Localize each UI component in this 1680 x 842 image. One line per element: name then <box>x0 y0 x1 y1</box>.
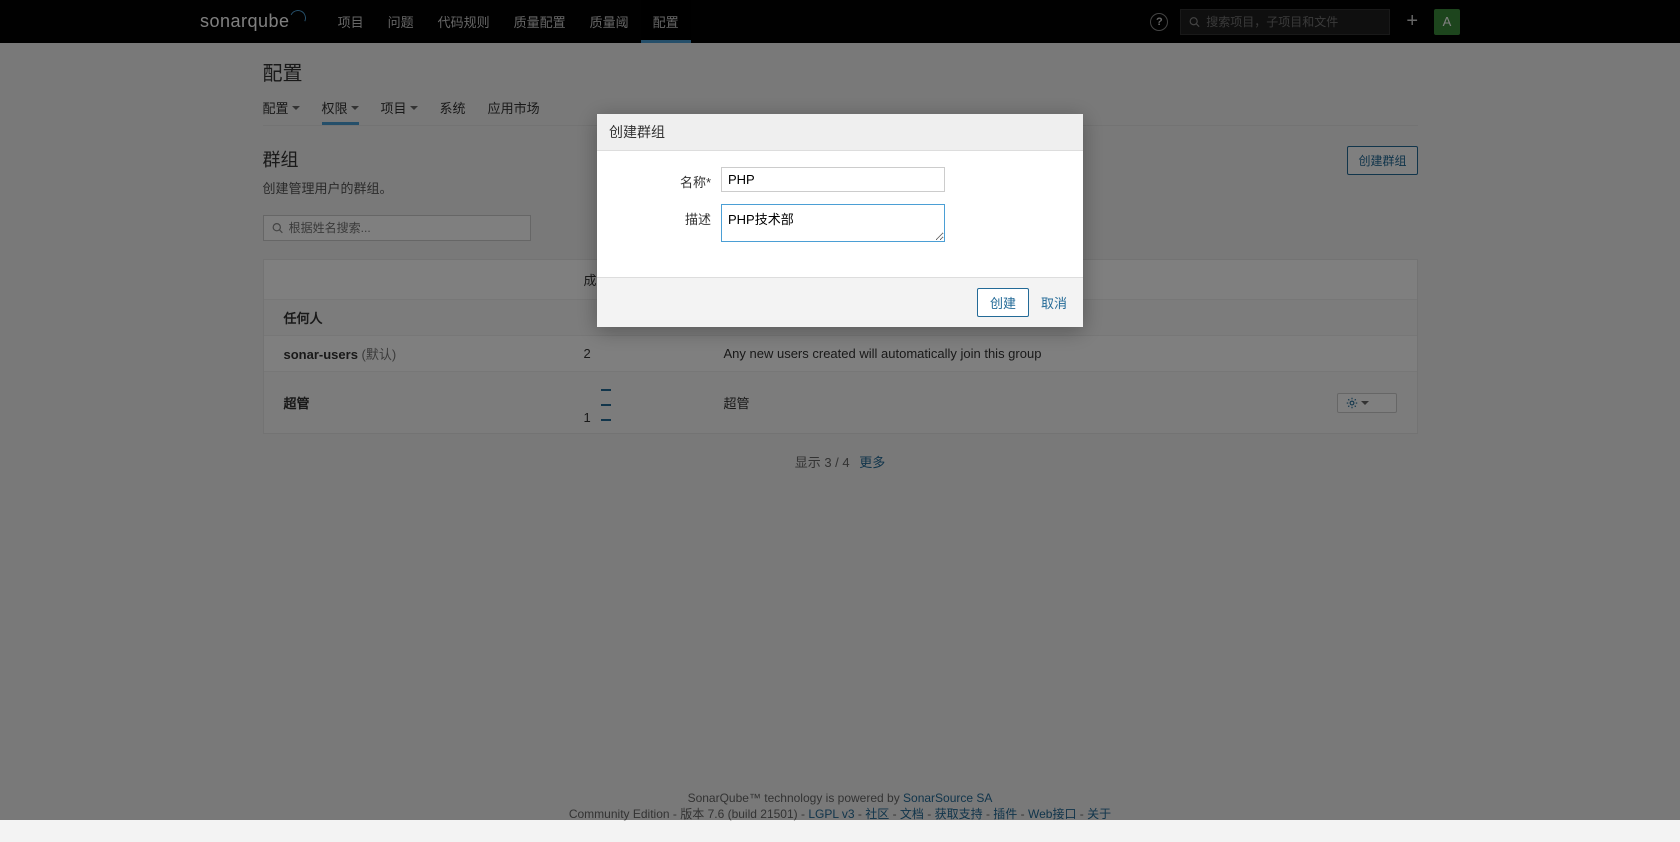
modal-cancel-link[interactable]: 取消 <box>1041 293 1067 312</box>
name-input[interactable] <box>721 167 945 192</box>
modal-overlay[interactable]: 创建群组 名称* 描述 创建 取消 <box>0 0 1680 820</box>
modal-create-button[interactable]: 创建 <box>977 288 1029 317</box>
modal-footer: 创建 取消 <box>597 277 1083 327</box>
name-label: 名称* <box>621 167 721 191</box>
description-textarea[interactable] <box>721 204 945 242</box>
modal-body: 名称* 描述 <box>597 151 1083 277</box>
description-label: 描述 <box>621 204 721 228</box>
create-group-modal: 创建群组 名称* 描述 创建 取消 <box>597 114 1083 327</box>
modal-title: 创建群组 <box>597 114 1083 151</box>
